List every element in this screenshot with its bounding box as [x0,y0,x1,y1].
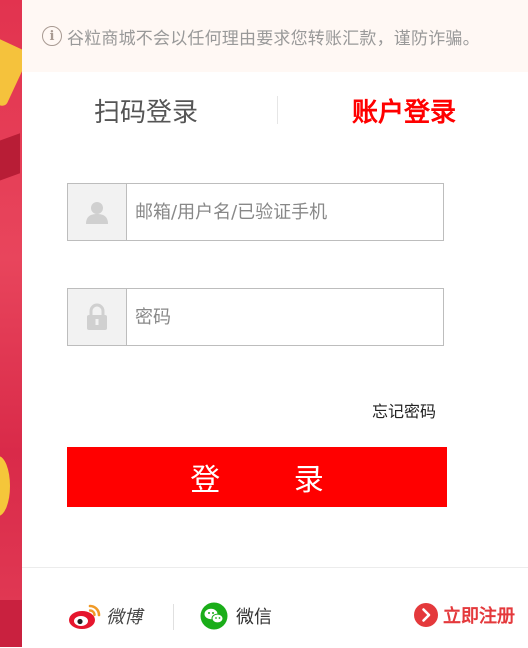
password-input[interactable] [127,289,443,345]
login-footer: 微博 微信 立即注册 [22,567,528,648]
user-icon [68,184,127,240]
weibo-label: 微博 [106,607,142,628]
promo-decoration [0,133,20,183]
login-panel: i 谷粒商城不会以任何理由要求您转账汇款，谨防诈骗。 扫码登录 账户登录 忘记密… [22,0,528,647]
register-link[interactable]: 立即注册 [414,602,515,628]
info-icon: i [42,26,62,46]
promo-decoration [0,600,22,647]
tab-account-login[interactable]: 账户登录 [352,92,456,129]
promo-decoration [0,32,22,108]
weibo-login[interactable]: 微博 [68,602,142,630]
wechat-label: 微信 [236,607,272,628]
tab-qr-login[interactable]: 扫码登录 [94,92,198,129]
arrow-circle-icon [414,603,438,627]
tab-divider [277,96,278,124]
wechat-login[interactable]: 微信 [200,602,272,630]
wechat-icon [200,602,228,630]
login-button[interactable]: 登 录 [67,447,447,507]
forgot-password-link[interactable]: 忘记密码 [372,398,436,422]
register-label: 立即注册 [443,606,515,627]
security-notice: i 谷粒商城不会以任何理由要求您转账汇款，谨防诈骗。 [22,0,528,72]
promo-decoration [0,456,10,516]
footer-divider [173,604,174,630]
password-field [67,288,444,346]
weibo-icon [69,604,101,629]
promo-banner-edge [0,0,22,647]
login-tabs: 扫码登录 账户登录 [22,80,528,140]
username-input[interactable] [127,184,443,240]
username-field [67,183,444,241]
notice-text: 谷粒商城不会以任何理由要求您转账汇款，谨防诈骗。 [67,28,480,49]
lock-icon [68,289,127,345]
